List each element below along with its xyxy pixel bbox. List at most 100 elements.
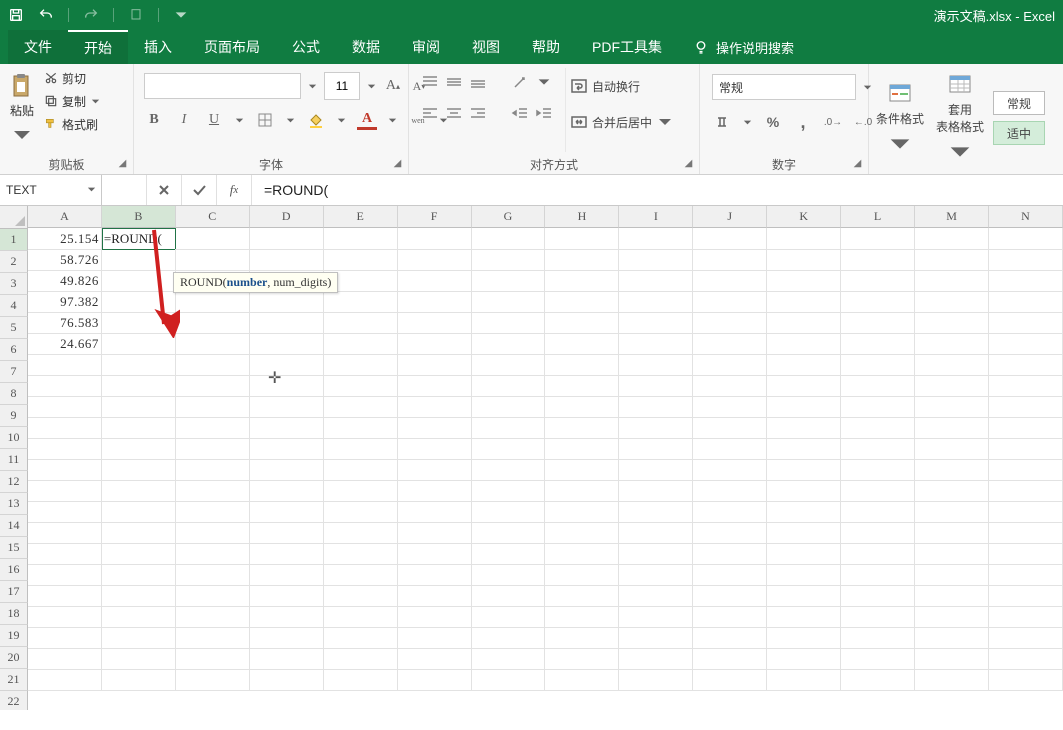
tab-insert[interactable]: 插入 xyxy=(128,30,188,64)
column-header[interactable]: C xyxy=(176,206,250,228)
cell[interactable] xyxy=(693,648,767,670)
cell[interactable] xyxy=(989,312,1063,334)
cell[interactable] xyxy=(176,228,250,250)
underline-button[interactable]: U xyxy=(204,110,224,130)
cell[interactable] xyxy=(398,375,472,397)
number-format-combo[interactable]: 常规 xyxy=(712,74,856,100)
row-header[interactable]: 20 xyxy=(0,647,28,669)
cell[interactable] xyxy=(915,312,989,334)
cell[interactable] xyxy=(472,543,546,565)
save-icon[interactable] xyxy=(8,7,24,23)
cell[interactable] xyxy=(176,627,250,649)
cell[interactable] xyxy=(989,438,1063,460)
row-header[interactable]: 12 xyxy=(0,471,28,493)
row-header[interactable]: 13 xyxy=(0,493,28,515)
cell[interactable] xyxy=(767,522,841,544)
cell[interactable]: 49.826 xyxy=(28,270,102,292)
cell-style-good[interactable]: 适中 xyxy=(993,121,1045,145)
cell[interactable] xyxy=(472,291,546,313)
cell[interactable] xyxy=(693,249,767,271)
cell[interactable] xyxy=(693,480,767,502)
cell[interactable] xyxy=(398,354,472,376)
cell[interactable] xyxy=(915,501,989,523)
row-header[interactable]: 14 xyxy=(0,515,28,537)
cell[interactable] xyxy=(324,648,398,670)
cell[interactable] xyxy=(915,627,989,649)
cell[interactable] xyxy=(176,585,250,607)
row-header[interactable]: 10 xyxy=(0,427,28,449)
cell[interactable] xyxy=(102,249,176,271)
cell[interactable] xyxy=(102,417,176,439)
cell[interactable] xyxy=(989,270,1063,292)
cancel-formula-icon[interactable] xyxy=(147,175,182,205)
comma-icon[interactable]: , xyxy=(793,112,813,132)
row-header[interactable]: 3 xyxy=(0,273,28,295)
row-header[interactable]: 18 xyxy=(0,603,28,625)
percent-icon[interactable]: % xyxy=(763,112,783,132)
cell[interactable] xyxy=(989,228,1063,250)
cell[interactable] xyxy=(841,543,915,565)
cell[interactable] xyxy=(693,354,767,376)
cell[interactable] xyxy=(693,585,767,607)
cell[interactable] xyxy=(250,501,324,523)
row-header[interactable]: 11 xyxy=(0,449,28,471)
cell[interactable] xyxy=(28,438,102,460)
cell[interactable] xyxy=(915,438,989,460)
italic-button[interactable]: I xyxy=(174,110,194,130)
font-name-combo[interactable] xyxy=(144,73,301,99)
cell[interactable] xyxy=(398,522,472,544)
cell[interactable] xyxy=(767,627,841,649)
cell[interactable] xyxy=(250,375,324,397)
cell[interactable] xyxy=(693,564,767,586)
cell[interactable] xyxy=(176,459,250,481)
cell[interactable] xyxy=(102,333,176,355)
row-header[interactable]: 5 xyxy=(0,317,28,339)
column-header[interactable]: I xyxy=(619,206,693,228)
cell[interactable] xyxy=(767,333,841,355)
cell[interactable] xyxy=(989,354,1063,376)
format-as-table-button[interactable]: 套用 表格格式 xyxy=(933,70,987,166)
cell[interactable] xyxy=(398,228,472,250)
chevron-down-icon[interactable] xyxy=(234,115,245,126)
cell[interactable] xyxy=(324,312,398,334)
cell[interactable] xyxy=(102,606,176,628)
row-header[interactable]: 8 xyxy=(0,383,28,405)
row-header[interactable]: 1 xyxy=(0,229,28,251)
cell[interactable] xyxy=(989,648,1063,670)
cell[interactable]: =ROUND( xyxy=(102,228,176,250)
cell[interactable] xyxy=(915,522,989,544)
cell[interactable] xyxy=(841,480,915,502)
row-header[interactable]: 21 xyxy=(0,669,28,691)
cell[interactable] xyxy=(28,396,102,418)
cell[interactable] xyxy=(545,669,619,691)
cell[interactable] xyxy=(472,438,546,460)
cell[interactable] xyxy=(989,627,1063,649)
cell[interactable] xyxy=(28,375,102,397)
cell[interactable] xyxy=(545,354,619,376)
cell[interactable] xyxy=(472,585,546,607)
cell[interactable] xyxy=(472,480,546,502)
cell[interactable] xyxy=(102,375,176,397)
cell[interactable] xyxy=(176,669,250,691)
cell[interactable] xyxy=(841,585,915,607)
cell[interactable] xyxy=(989,606,1063,628)
row-header[interactable]: 4 xyxy=(0,295,28,317)
cell[interactable] xyxy=(841,669,915,691)
cell[interactable] xyxy=(545,249,619,271)
cell[interactable] xyxy=(324,669,398,691)
row-header[interactable]: 16 xyxy=(0,559,28,581)
cell[interactable] xyxy=(176,522,250,544)
enter-formula-icon[interactable] xyxy=(182,175,217,205)
cell[interactable] xyxy=(619,669,693,691)
cell[interactable] xyxy=(102,291,176,313)
cell[interactable] xyxy=(619,627,693,649)
tell-me-search[interactable]: 操作说明搜索 xyxy=(716,30,794,64)
cell[interactable] xyxy=(28,522,102,544)
cell[interactable] xyxy=(915,459,989,481)
column-header[interactable]: L xyxy=(841,206,915,228)
cell[interactable] xyxy=(472,375,546,397)
cell[interactable] xyxy=(693,459,767,481)
cell[interactable] xyxy=(472,459,546,481)
cell[interactable] xyxy=(915,648,989,670)
cell[interactable] xyxy=(102,564,176,586)
